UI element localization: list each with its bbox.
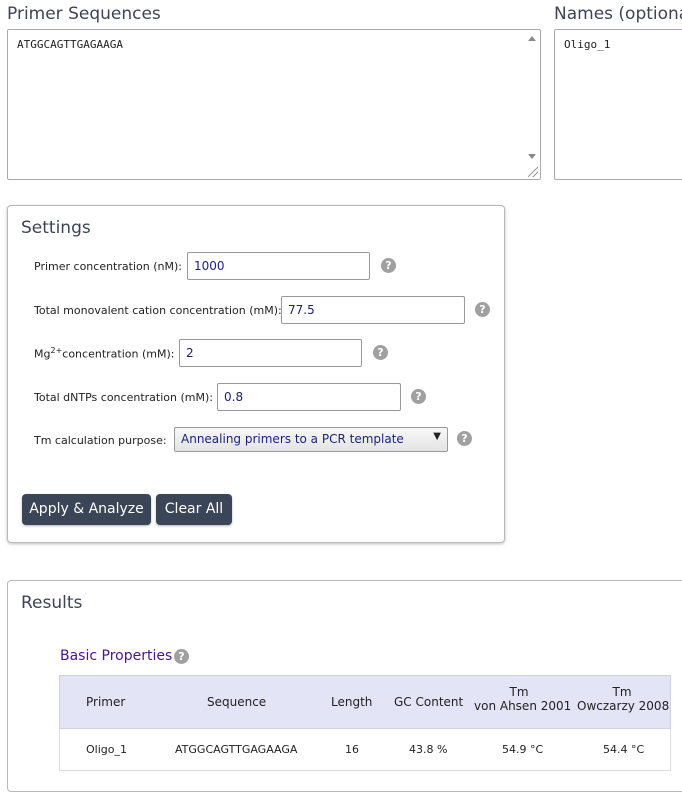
help-icon[interactable]: ? [475,302,490,317]
basic-properties-heading[interactable]: Basic Properties [60,648,172,664]
row-primer: Oligo_1 [86,743,127,756]
results-table-header: Primer Sequence Length GC Content Tm von… [59,675,671,729]
mg-label-suffix: concentration (mM): [62,347,175,361]
col-gc: GC Content [394,695,464,709]
settings-title: Settings [21,218,91,238]
mg-label: Mg2+concentration (mM): [34,346,174,361]
col-tm1-line1: Tm [509,685,529,699]
clear-all-button[interactable]: Clear All [156,494,232,525]
row-length: 16 [345,743,359,756]
col-tm2: Tm Owczarzy 2008 [577,685,670,713]
monovalent-input[interactable] [281,296,465,324]
monovalent-label: Total monovalent cation concentration (m… [34,304,282,317]
names-textarea[interactable]: Oligo_1 [554,29,682,180]
help-icon[interactable]: ? [381,258,396,273]
col-tm1: Tm von Ahsen 2001 [474,685,572,713]
col-tm2-line2: Owczarzy 2008 [577,699,670,713]
help-icon[interactable]: ? [373,345,388,360]
results-title: Results [21,593,83,613]
dntp-input[interactable] [217,383,401,411]
tm-purpose-select[interactable]: Annealing primers to a PCR template ▼ [174,427,448,452]
apply-analyze-button[interactable]: Apply & Analyze [22,494,151,525]
names-value: Oligo_1 [564,38,611,51]
mg-label-prefix: Mg [34,347,51,361]
textarea-scrollbar[interactable] [526,32,538,177]
row-sequence: ATGGCAGTTGAGAAGA [175,743,298,756]
col-length: Length [331,695,373,709]
mg-input[interactable] [179,339,362,367]
row-gc: 43.8 % [409,743,448,756]
col-sequence: Sequence [207,695,267,709]
scroll-down-arrow-icon[interactable] [528,154,536,159]
help-icon[interactable]: ? [174,649,189,664]
primer-conc-input[interactable] [187,252,370,280]
tm-purpose-value: Annealing primers to a PCR template [181,432,404,446]
settings-panel: Settings Primer concentration (nM): ? To… [7,205,505,543]
resize-grip-icon[interactable] [528,167,538,177]
scroll-up-arrow-icon[interactable] [528,36,536,41]
primer-sequences-value: ATGGCAGTTGAGAAGA [17,38,123,51]
row-tm1: 54.9 °C [502,743,544,756]
dntp-label: Total dNTPs concentration (mM): [34,391,213,404]
mg-label-sup: 2+ [50,346,63,355]
names-label: Names (optional [554,4,682,24]
primer-sequences-textarea[interactable]: ATGGCAGTTGAGAAGA [7,29,541,180]
row-tm2: 54.4 °C [603,743,645,756]
col-tm1-line2: von Ahsen 2001 [474,699,572,713]
table-row: Oligo_1 ATGGCAGTTGAGAAGA 16 43.8 % 54.9 … [59,729,671,771]
help-icon[interactable]: ? [457,431,472,446]
chevron-down-icon: ▼ [433,431,441,442]
col-primer: Primer [86,695,126,709]
primer-sequences-label: Primer Sequences [7,4,161,24]
tm-purpose-label: Tm calculation purpose: [34,434,167,447]
primer-conc-label: Primer concentration (nM): [34,260,182,273]
results-panel: Results Basic Properties ? Primer Sequen… [7,580,682,792]
col-tm2-line1: Tm [612,685,632,699]
help-icon[interactable]: ? [411,389,426,404]
